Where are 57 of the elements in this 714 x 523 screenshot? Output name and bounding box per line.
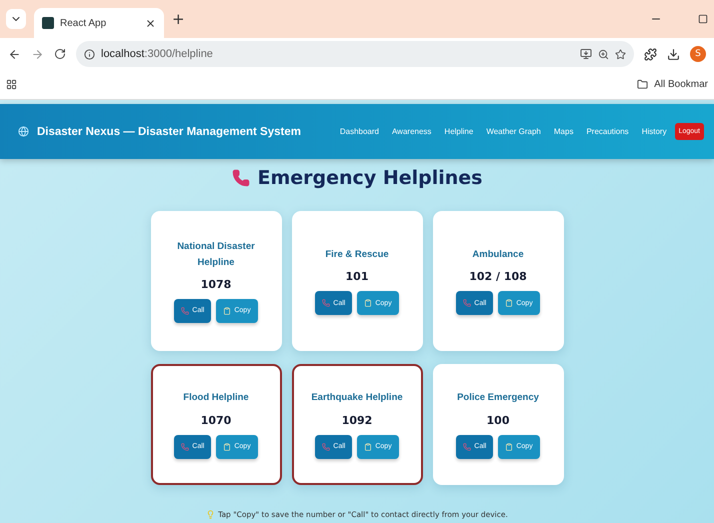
browser-tab[interactable]: React App (34, 8, 164, 38)
phone-icon (181, 306, 190, 315)
phone-icon (181, 442, 190, 451)
bookmarks-label[interactable]: All Bookmar (654, 79, 708, 90)
phone-icon (463, 442, 472, 451)
nav-link[interactable]: Weather Graph (486, 127, 541, 136)
star-icon (615, 48, 626, 60)
reload-icon (54, 48, 66, 60)
clipboard-icon (505, 442, 514, 451)
helpline-number: 1092 (342, 414, 372, 427)
nav-link[interactable]: Awareness (392, 127, 432, 136)
tab-title: React App (60, 18, 108, 28)
zoom-icon (598, 48, 609, 60)
clipboard-icon (505, 299, 514, 308)
close-icon (145, 18, 156, 28)
helpline-name: Fire & Rescue (325, 248, 389, 262)
apps-icon (6, 79, 17, 90)
nav-link[interactable]: Dashboard (340, 127, 379, 136)
folder-icon (637, 79, 648, 90)
tab-list-button[interactable] (6, 9, 26, 29)
helpline-name: Ambulance (472, 248, 524, 262)
install-icon (580, 48, 592, 60)
phone-icon (463, 299, 472, 308)
nav-link[interactable]: Maps (554, 127, 574, 136)
lightbulb-icon (206, 510, 216, 519)
helpline-number: 1070 (200, 414, 232, 427)
extensions-icon (644, 48, 657, 60)
helpline-number: 101 (346, 270, 368, 284)
helpline-name: Police Emergency (457, 391, 539, 406)
helpline-name: National Disaster Helpline (176, 240, 256, 270)
download-icon (667, 48, 680, 60)
forward-icon (31, 48, 44, 60)
helpline-name: Flood Helpline (183, 391, 249, 406)
clipboard-icon (223, 306, 232, 315)
profile-avatar[interactable]: S (690, 46, 706, 62)
address-bar[interactable]: localhost:3000/helpline (76, 41, 634, 67)
clipboard-icon (364, 299, 372, 308)
phone-icon (322, 442, 330, 451)
phone-icon (232, 169, 250, 187)
info-icon (84, 48, 95, 60)
nav-link[interactable]: Precautions (586, 127, 629, 136)
page-title: Emergency Helplines (258, 167, 482, 189)
helpline-number: 1078 (200, 278, 232, 291)
favicon-icon (42, 17, 54, 29)
new-tab-button[interactable]: + (172, 10, 185, 28)
phone-icon (322, 299, 330, 308)
helpline-number: 102 / 108 (469, 270, 527, 284)
globe-icon (18, 126, 29, 137)
nav-link[interactable]: History (642, 127, 667, 136)
clipboard-icon (223, 442, 232, 451)
nav-link[interactable]: Helpline (444, 127, 474, 136)
brand-title: Disaster Nexus — Disaster Management System (37, 126, 301, 138)
clipboard-icon (364, 442, 372, 451)
helpline-number: 100 (486, 414, 510, 427)
back-icon (8, 48, 21, 60)
helpline-name: Earthquake Helpline (311, 391, 403, 406)
restore-icon (698, 14, 708, 24)
